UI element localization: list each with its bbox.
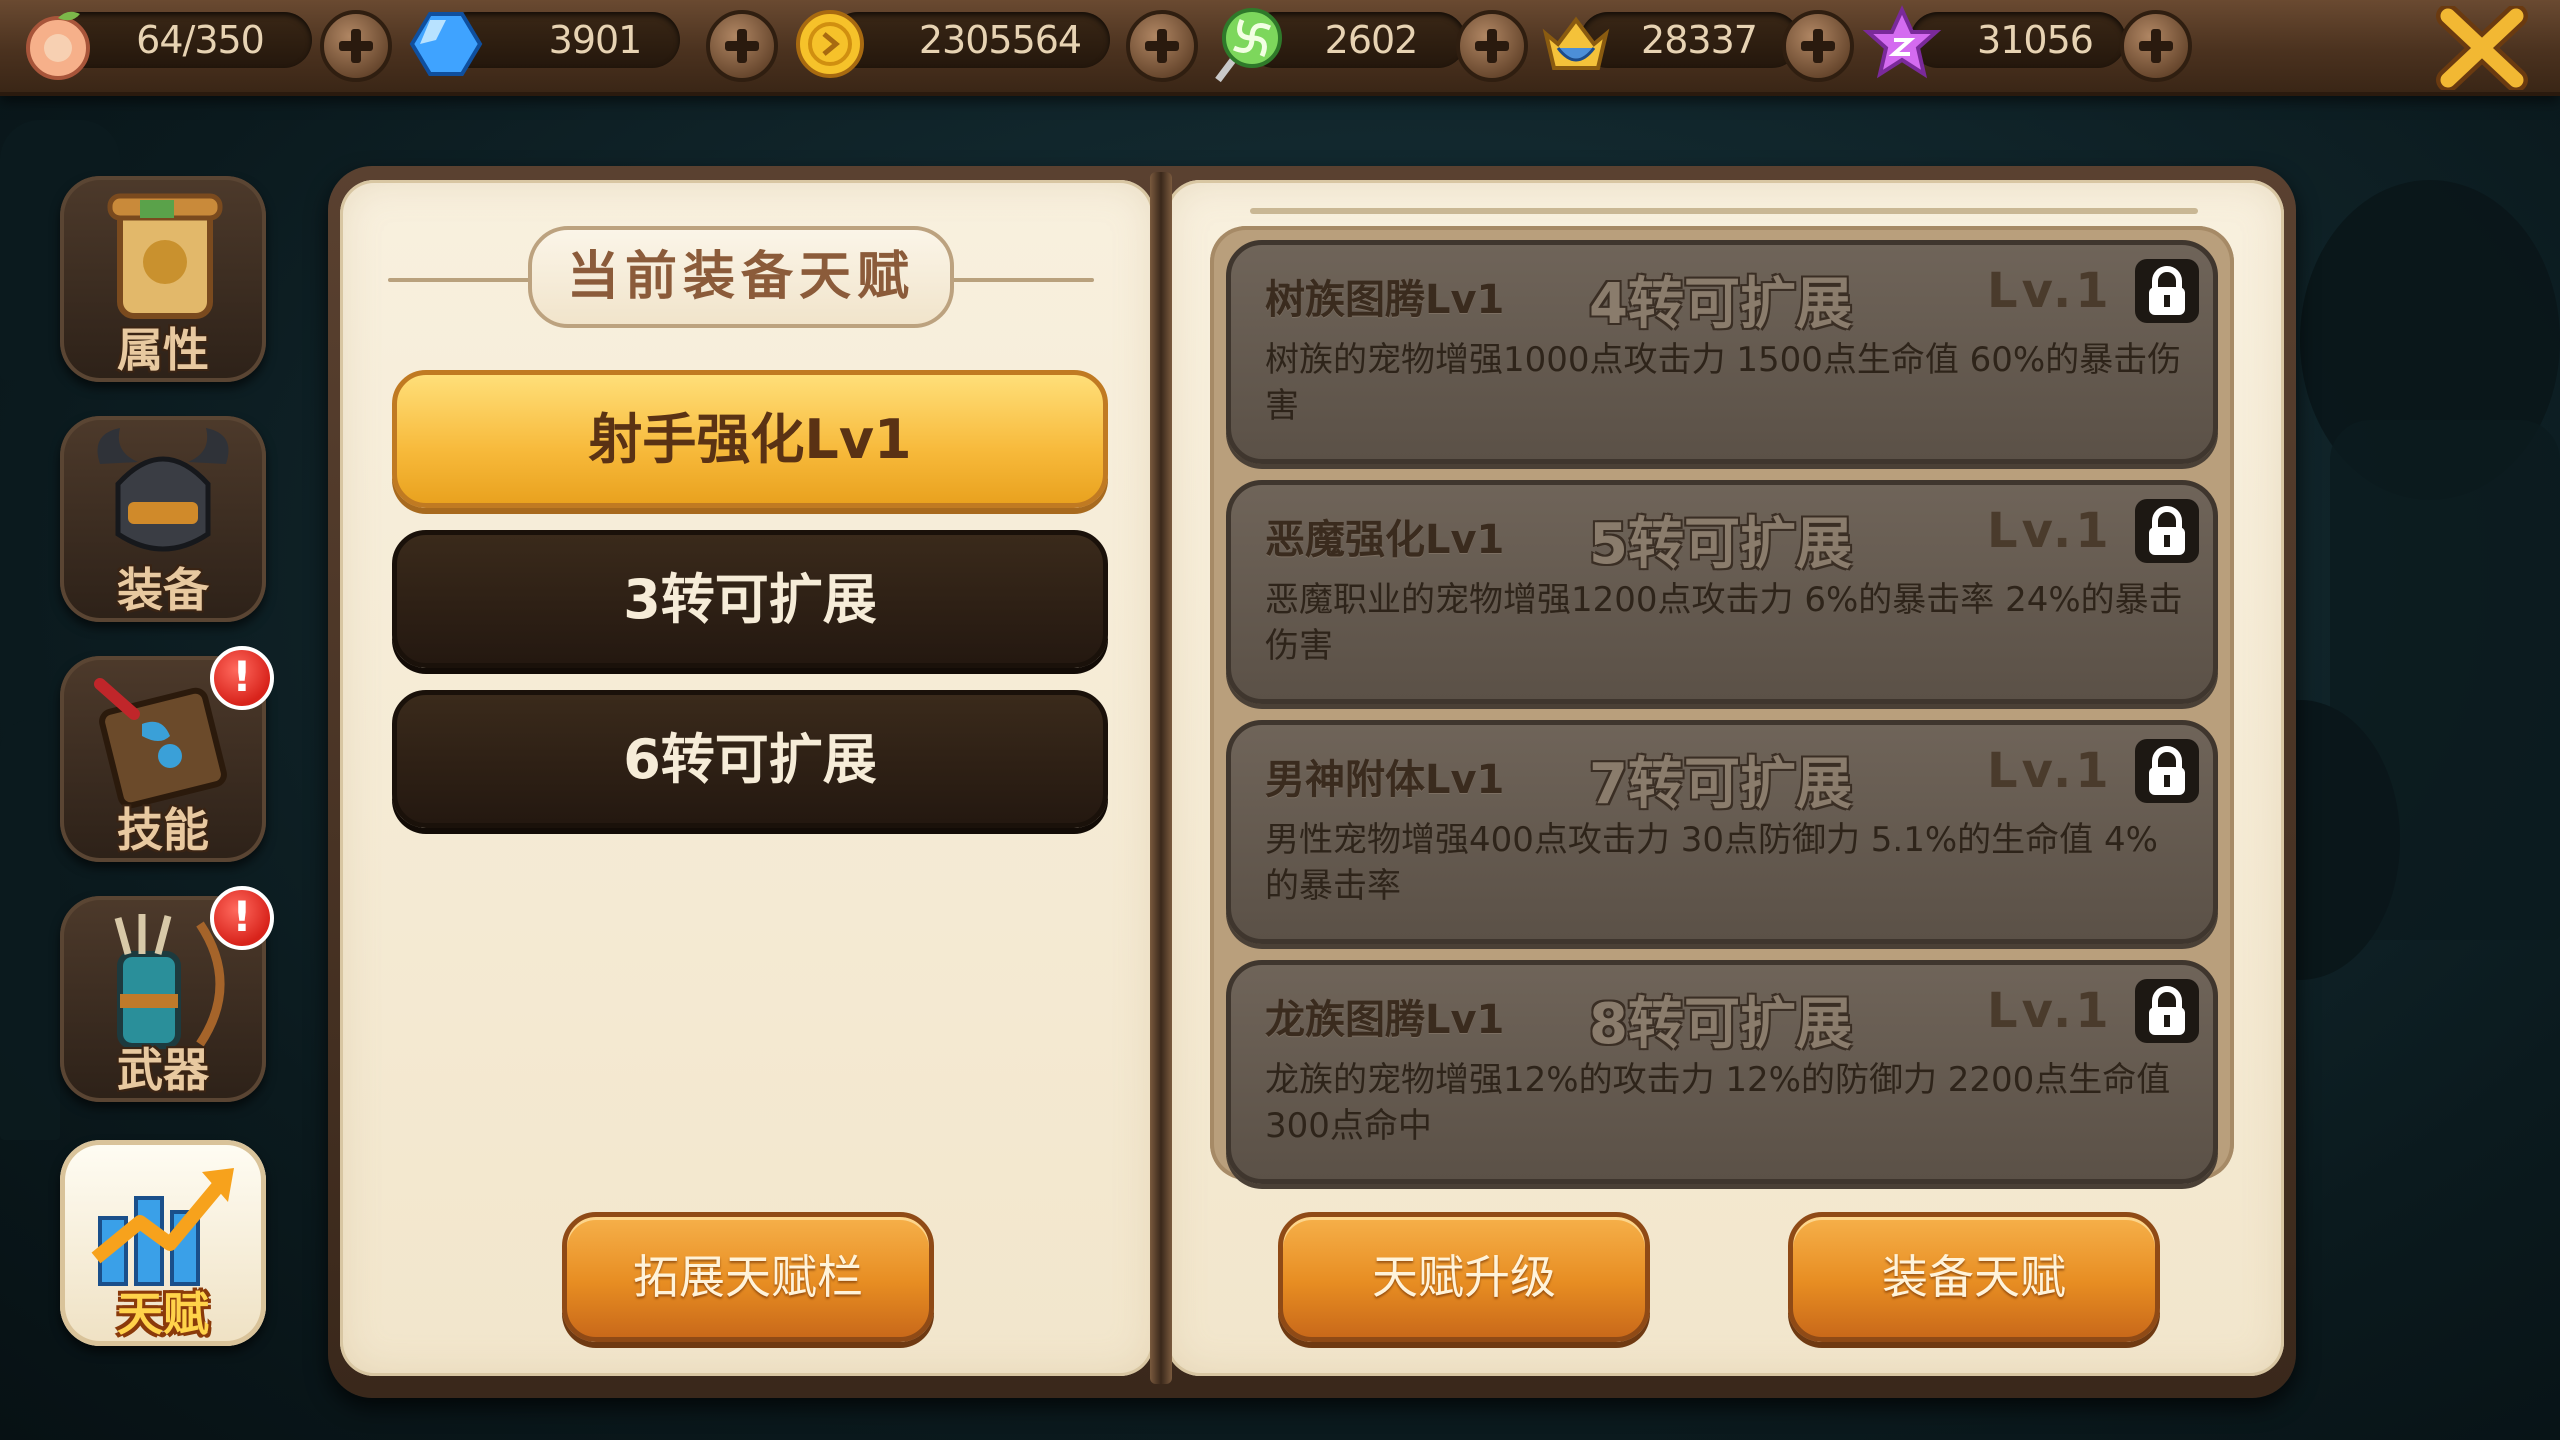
talent-level: Lv.1	[1987, 743, 2113, 799]
badge-value: 28337	[1641, 18, 1758, 62]
talent-level: Lv.1	[1987, 983, 2113, 1039]
crystal-value: 3901	[548, 18, 643, 62]
talent-level: Lv.1	[1987, 263, 2113, 319]
gold-coin-icon	[788, 2, 872, 86]
talent-slot-locked[interactable]: 6转可扩展	[392, 690, 1108, 828]
blue-crystal-icon	[404, 2, 488, 86]
candy-value: 2602	[1324, 18, 1419, 62]
lock-icon	[2135, 739, 2199, 803]
lock-icon	[2135, 499, 2199, 563]
peach-stamina-icon	[16, 2, 100, 86]
title-divider-right	[952, 278, 1094, 282]
add-stamina-button[interactable]	[320, 10, 392, 82]
talent-slot-locked[interactable]: 3转可扩展	[392, 530, 1108, 668]
talent-card[interactable]: 龙族图腾Lv1 8转可扩展 Lv.1 龙族的宠物增强12%的攻击力 12%的防御…	[1226, 960, 2218, 1184]
talent-requirement: 8转可扩展	[1589, 992, 1852, 1057]
lollipop-candy-icon	[1206, 2, 1290, 86]
title-divider-left	[388, 278, 530, 282]
close-button[interactable]	[2430, 4, 2534, 92]
growth-chart-icon	[91, 1168, 234, 1286]
lock-icon	[2135, 259, 2199, 323]
gold-value: 2305564	[918, 18, 1082, 62]
add-candy-button[interactable]	[1456, 10, 1528, 82]
talent-requirement: 5转可扩展	[1589, 512, 1852, 577]
resource-bar: 64/350 3901 2305564 2602 28337 31056	[0, 0, 2560, 96]
upgrade-talent-button[interactable]: 天赋升级	[1278, 1212, 1650, 1342]
talent-slot-equipped[interactable]: 射手强化Lv1	[392, 370, 1108, 508]
talent-name: 男神附体Lv1	[1265, 757, 1505, 803]
right-page-divider	[1250, 208, 2198, 214]
scroll-icon	[107, 193, 223, 319]
nav-equipment[interactable]: 装备	[60, 416, 266, 622]
talent-card[interactable]: 男神附体Lv1 7转可扩展 Lv.1 男性宠物增强400点攻击力 30点防御力 …	[1226, 720, 2218, 944]
talent-card[interactable]: 恶魔强化Lv1 5转可扩展 Lv.1 恶魔职业的宠物增强1200点攻击力 6%的…	[1226, 480, 2218, 704]
nav-skills-label: 技能	[117, 803, 209, 857]
talent-description: 恶魔职业的宠物增强1200点攻击力 6%的暴击率 24%的暴击伤害	[1265, 580, 2183, 666]
book-spine	[1150, 172, 1172, 1384]
add-crystal-button[interactable]	[706, 10, 778, 82]
skills-alert-badge: !	[210, 646, 274, 710]
talent-card[interactable]: 树族图腾Lv1 4转可扩展 Lv.1 树族的宠物增强1000点攻击力 1500点…	[1226, 240, 2218, 464]
talent-name: 恶魔强化Lv1	[1265, 517, 1505, 563]
weapons-alert-badge: !	[210, 886, 274, 950]
nav-weapons-label: 武器	[117, 1043, 209, 1097]
talent-requirement: 7转可扩展	[1589, 752, 1852, 817]
equipped-talents-title: 当前装备天赋	[528, 226, 954, 328]
nav-talents[interactable]: 天赋	[60, 1140, 266, 1346]
talent-requirement: 4转可扩展	[1589, 272, 1852, 337]
equip-talent-button[interactable]: 装备天赋	[1788, 1212, 2160, 1342]
talent-description: 树族的宠物增强1000点攻击力 1500点生命值 60%的暴击伤害	[1265, 340, 2182, 426]
talent-name: 龙族图腾Lv1	[1265, 997, 1505, 1043]
add-badge-button[interactable]	[1782, 10, 1854, 82]
close-icon	[2436, 4, 2528, 92]
talent-description: 男性宠物增强400点攻击力 30点防御力 5.1%的生命值 4%的暴击率	[1265, 820, 2158, 906]
star-value: 31056	[1977, 18, 2094, 62]
talent-level: Lv.1	[1987, 503, 2113, 559]
talent-description: 龙族的宠物增强12%的攻击力 12%的防御力 2200点生命值 300点命中	[1265, 1060, 2171, 1146]
purple-star-icon	[1860, 2, 1944, 86]
nav-talents-label: 天赋	[117, 1287, 209, 1341]
stamina-value: 64/350	[136, 18, 265, 62]
talent-name: 树族图腾Lv1	[1265, 277, 1505, 323]
nav-attributes-label: 属性	[117, 323, 209, 377]
horned-helmet-icon	[97, 428, 229, 552]
add-gold-button[interactable]	[1126, 10, 1198, 82]
lock-icon	[2135, 979, 2199, 1043]
add-star-button[interactable]	[2120, 10, 2192, 82]
crown-badge-icon	[1534, 2, 1618, 86]
nav-attributes[interactable]: 属性	[60, 176, 266, 382]
nav-equipment-label: 装备	[117, 563, 209, 617]
expand-talent-slots-button[interactable]: 拓展天赋栏	[562, 1212, 934, 1342]
